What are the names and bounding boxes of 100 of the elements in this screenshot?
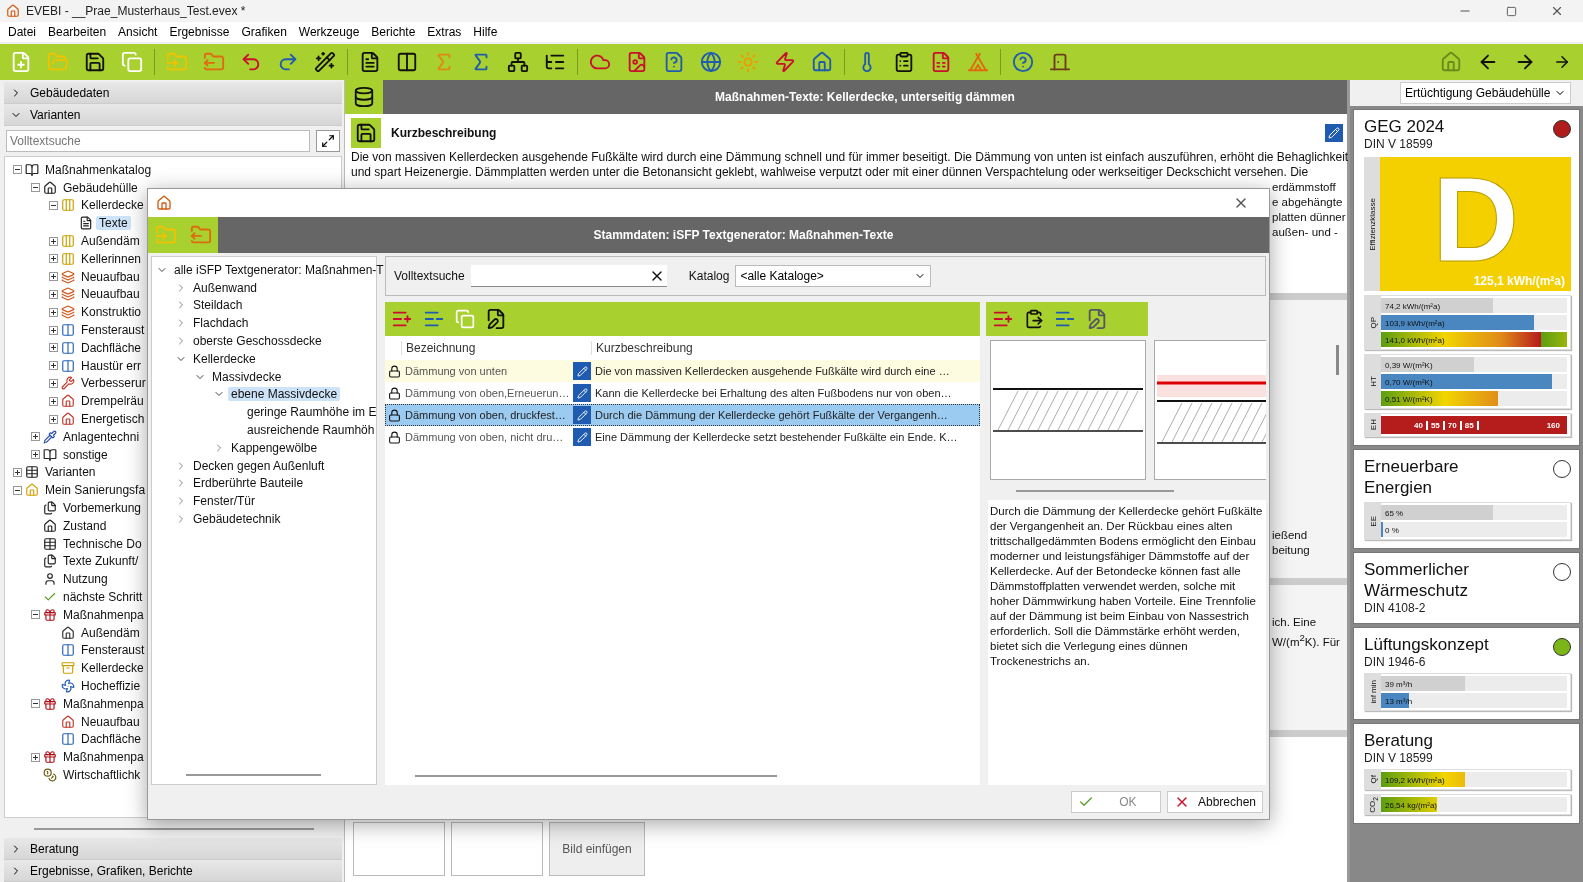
tree-item[interactable]: Maßnahmenpa (60, 750, 147, 765)
tree-item[interactable]: ebene Massivdecke (228, 387, 341, 402)
menu-item[interactable]: Extras (421, 22, 468, 42)
menu-item[interactable]: Datei (2, 22, 42, 42)
tree-item[interactable]: Haustür err (78, 358, 145, 373)
tree-item[interactable]: Kellerinnen (78, 251, 145, 266)
tree-item[interactable]: Drempelräu (78, 394, 147, 409)
expand-icon[interactable] (49, 236, 58, 246)
expand-view-button[interactable] (316, 130, 340, 152)
section-header[interactable]: Beratung (4, 838, 342, 860)
tree-item[interactable]: Konstruktio (78, 305, 145, 320)
tree-item[interactable]: Texte (96, 216, 131, 231)
tree-item[interactable]: Neuaufbau (78, 714, 143, 729)
save-button[interactable] (351, 118, 381, 148)
table-row[interactable]: Dämmung von unten Die von massiven Kellerdecken ausgehende Fußkälte wird durch eine … (385, 360, 980, 382)
tree-item[interactable]: ausreichende Raumhöh (244, 423, 378, 438)
edit-document-icon[interactable] (485, 308, 507, 330)
edit-button[interactable] (1325, 124, 1343, 142)
tree-item[interactable]: Kellerdecke (190, 351, 259, 366)
tree-item[interactable]: geringe Raumhöhe im E (244, 405, 380, 420)
expand-icon[interactable] (49, 378, 58, 388)
expand-icon[interactable] (49, 289, 58, 299)
column-header[interactable]: Bezeichnung (401, 341, 591, 355)
tree-item[interactable]: Anlagentechni (60, 429, 143, 444)
tree-item[interactable]: Maßnahmenpa (60, 696, 147, 711)
folder-export-icon[interactable] (189, 224, 212, 246)
section-header[interactable]: Ergebnisse, Grafiken, Berichte (4, 860, 342, 882)
insert-image-button[interactable]: Bild einfügen (549, 822, 645, 876)
tree-item[interactable]: Kappengewölbe (228, 440, 321, 455)
expand-icon[interactable] (13, 467, 22, 477)
tree-item[interactable]: Hocheffizie (78, 679, 144, 693)
tree-item[interactable]: alle iSFP Textgenerator: Maßnahmen-T (171, 262, 387, 277)
collapse-icon[interactable] (13, 485, 22, 495)
tree-item[interactable]: Außenwand (190, 280, 261, 295)
tree-item[interactable]: Steildach (190, 298, 246, 313)
tree-item[interactable]: Dachfläche (78, 732, 145, 747)
edit-button[interactable] (573, 362, 591, 380)
tree-item[interactable]: Dachfläche (78, 340, 145, 355)
expand-icon[interactable] (31, 432, 40, 442)
cancel-button[interactable]: Abbrechen (1166, 791, 1263, 813)
tree-item[interactable]: Fensteraust (78, 323, 148, 338)
menu-item[interactable]: Bearbeiten (42, 22, 113, 42)
image-thumbnail[interactable] (990, 340, 1146, 480)
expand-icon[interactable] (49, 343, 58, 353)
expand-icon[interactable] (49, 272, 58, 282)
tree-item[interactable]: Erdberührte Bauteile (190, 476, 307, 491)
collapse-icon[interactable] (13, 165, 22, 175)
expand-icon[interactable] (49, 307, 58, 317)
tree-item[interactable]: Fenster/Tür (190, 494, 258, 509)
tree-item[interactable]: nächste Schritt (60, 590, 146, 604)
tree-item[interactable]: Energetisch (78, 412, 148, 427)
tree-item[interactable]: Mein Sanierungsfa (42, 483, 149, 498)
section-header[interactable]: Varianten (4, 104, 342, 126)
expand-icon[interactable] (49, 325, 58, 335)
expand-icon[interactable] (49, 361, 58, 371)
tree-item[interactable]: Verbesserur (78, 376, 149, 391)
tree-item[interactable]: Zustand (60, 518, 110, 533)
edit-button[interactable] (573, 384, 591, 402)
section-header[interactable]: Gebäudedaten (4, 82, 342, 104)
catalog-dropdown[interactable]: <alle Kataloge> (735, 265, 932, 287)
image-thumbnail[interactable] (353, 822, 445, 876)
tree-item[interactable]: Außendäm (78, 625, 143, 640)
edit-button[interactable] (573, 406, 591, 424)
menu-item[interactable]: Grafiken (235, 22, 293, 42)
tree-item[interactable]: Fensteraust (78, 643, 148, 658)
expand-icon[interactable] (31, 752, 40, 762)
tree-item[interactable]: Außendäm (78, 234, 143, 249)
menu-item[interactable]: Ansicht (112, 22, 164, 42)
tree-item[interactable]: Nutzung (60, 572, 111, 587)
tree-item[interactable]: Texte Zukunft/ (60, 554, 142, 569)
tree-item[interactable]: Gebäudetechnik (190, 512, 284, 527)
column-header[interactable]: Kurzbeschreibung (591, 341, 980, 355)
tree-item[interactable]: Massivdecke (209, 369, 285, 384)
menu-item[interactable]: Berichte (365, 22, 422, 42)
table-row[interactable]: Dämmung von oben, druckfest… Durch die Dämmung der Kellerdecke gehört Fußkälte der Vergangenh… (385, 404, 980, 426)
tree-item[interactable]: Kellerdecke (78, 198, 147, 213)
tree-item[interactable]: Neuaufbau (78, 269, 143, 284)
tree-item[interactable]: Varianten (42, 465, 99, 480)
expand-icon[interactable] (31, 450, 40, 460)
collapse-icon[interactable] (31, 183, 40, 193)
variant-dropdown[interactable]: Ertüchtigung Gebäudehülle (1400, 82, 1572, 104)
clipboard-icon[interactable] (1024, 309, 1044, 329)
tree-item[interactable]: Vorbemerkung (60, 501, 145, 516)
tree-item[interactable]: Gebäudehülle (60, 180, 141, 195)
tree-item[interactable]: Flachdach (190, 316, 252, 331)
expand-icon[interactable] (49, 396, 58, 406)
tree-item[interactable]: Technische Do (60, 536, 145, 551)
tree-item[interactable]: sonstige (60, 447, 111, 462)
expand-icon[interactable] (49, 414, 58, 424)
image-thumbnail[interactable] (1154, 340, 1266, 480)
expand-icon[interactable] (49, 254, 58, 264)
edit-button[interactable] (573, 428, 591, 446)
tree-item[interactable]: Maßnahmenkatalog (42, 162, 155, 177)
menu-item[interactable]: Hilfe (467, 22, 504, 42)
tree-item[interactable]: Maßnahmenpa (60, 607, 147, 622)
tree-item[interactable]: oberste Geschossdecke (190, 334, 325, 349)
tree-item[interactable]: Neuaufbau (78, 287, 143, 302)
tree-item[interactable]: Wirtschaftlichk (60, 768, 144, 782)
search-field[interactable] (470, 265, 667, 287)
image-thumbnail[interactable] (451, 822, 543, 876)
